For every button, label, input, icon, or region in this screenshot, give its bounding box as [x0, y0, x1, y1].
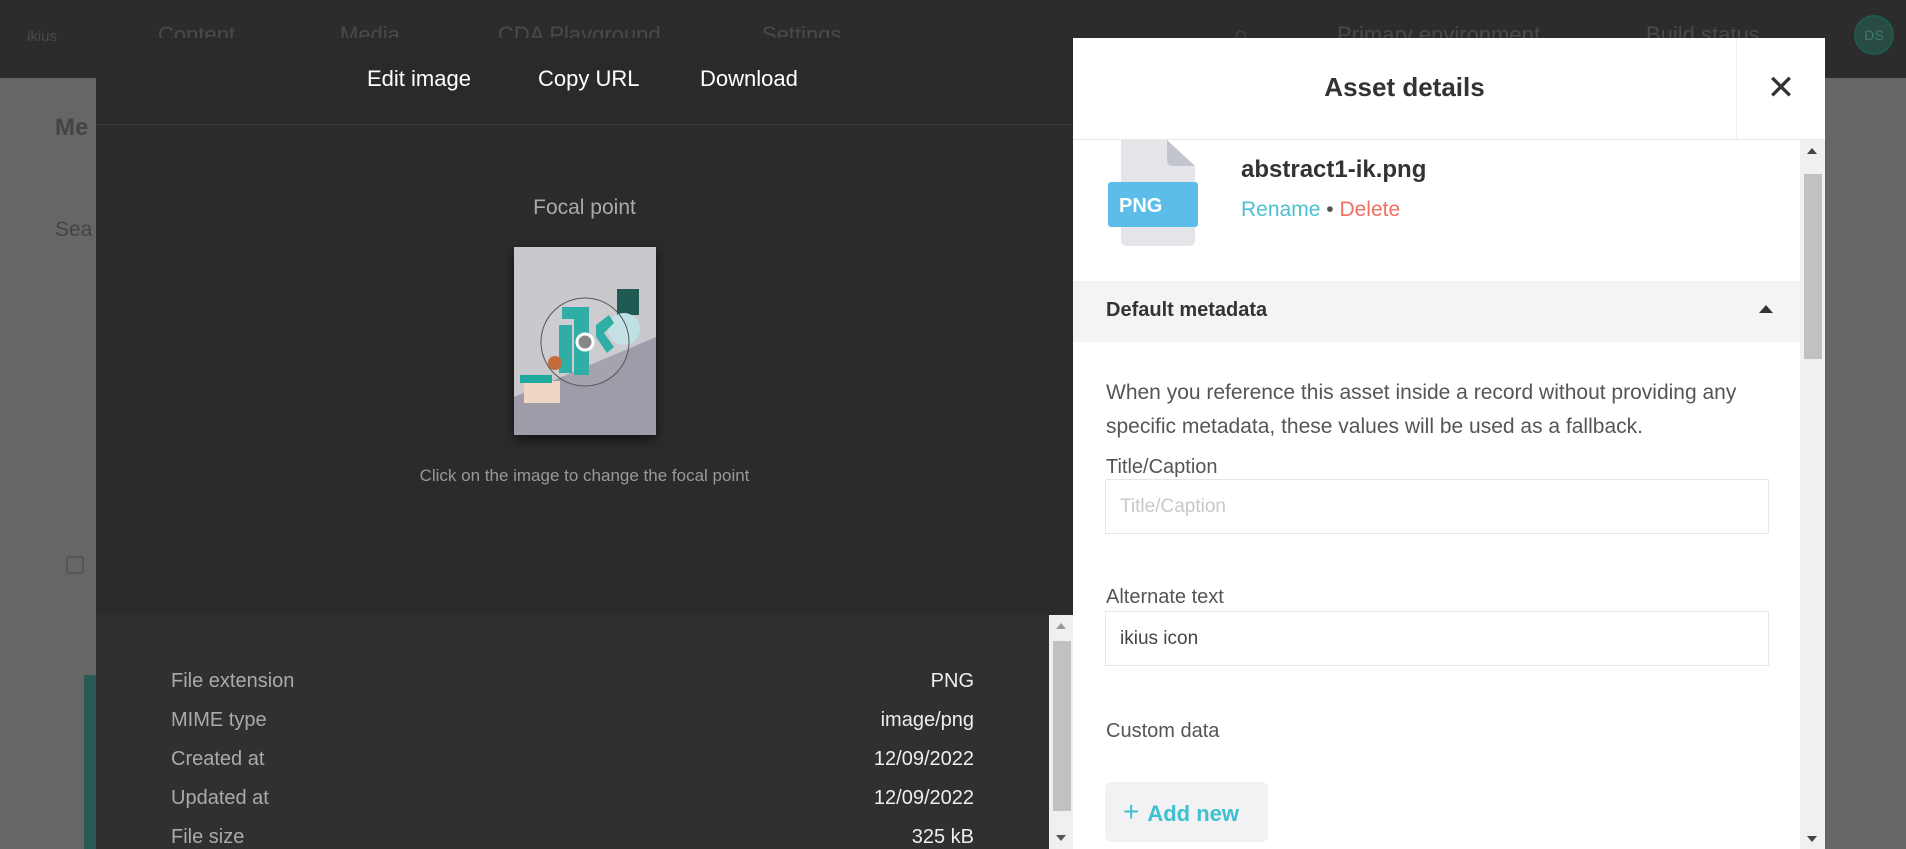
title-label: Title/Caption — [1106, 456, 1218, 478]
detail-row-created: Created at 12/09/2022 — [171, 748, 974, 771]
detail-value: 325 kB — [911, 826, 974, 848]
detail-label: MIME type — [171, 709, 267, 731]
detail-row-size: File size 325 kB — [171, 826, 974, 849]
background-search: Sea — [55, 218, 93, 241]
detail-label: File size — [171, 826, 245, 848]
delete-link[interactable]: Delete — [1339, 198, 1400, 221]
modal-toolbar: Edit image Copy URL Download — [96, 38, 1073, 125]
detail-value: 12/09/2022 — [873, 748, 974, 770]
image-modal: Edit image Copy URL Download Focal point… — [96, 38, 1073, 849]
detail-value: PNG — [930, 670, 974, 692]
background-heading: Me — [55, 114, 89, 141]
detail-row-mime: MIME type image/png — [171, 709, 974, 732]
scroll-up-icon[interactable] — [1807, 148, 1817, 154]
background-thumbnail — [84, 675, 96, 849]
default-metadata-section[interactable]: Default metadata — [1073, 281, 1800, 342]
panel-scrollbar[interactable] — [1800, 140, 1825, 849]
scroll-up-icon[interactable] — [1056, 623, 1066, 629]
avatar[interactable]: DS — [1854, 15, 1894, 55]
detail-label: File extension — [171, 670, 295, 692]
background-checkbox — [66, 556, 84, 574]
separator: • — [1326, 198, 1334, 221]
scroll-thumb[interactable] — [1804, 174, 1822, 359]
png-file-icon: PNG — [1108, 140, 1198, 246]
add-new-button[interactable]: + Add new — [1105, 782, 1268, 842]
detail-row-updated: Updated at 12/09/2022 — [171, 787, 974, 810]
close-button[interactable]: ✕ — [1736, 38, 1825, 140]
plus-icon: + — [1123, 796, 1140, 827]
logo: ikius — [27, 28, 58, 45]
download-button[interactable]: Download — [700, 66, 798, 92]
focal-point-marker — [575, 332, 595, 352]
close-icon: ✕ — [1766, 69, 1796, 107]
detail-label: Created at — [171, 748, 265, 770]
title-input[interactable] — [1105, 479, 1769, 534]
rename-link[interactable]: Rename — [1241, 198, 1320, 221]
edit-image-button[interactable]: Edit image — [367, 66, 471, 92]
panel-title: Asset details — [1324, 72, 1485, 102]
details-scrollbar[interactable] — [1049, 615, 1073, 849]
caret-up-icon[interactable] — [1759, 305, 1773, 313]
scroll-down-icon[interactable] — [1056, 835, 1066, 841]
copy-url-button[interactable]: Copy URL — [538, 66, 639, 92]
asset-details-panel: Asset details ✕ PNG abstract1-ik.png Ren… — [1073, 38, 1825, 849]
file-name: abstract1-ik.png — [1241, 156, 1427, 183]
detail-row-extension: File extension PNG — [171, 670, 974, 693]
detail-value: 12/09/2022 — [873, 787, 974, 809]
file-badge: PNG — [1119, 195, 1162, 217]
scroll-thumb[interactable] — [1053, 641, 1071, 811]
alt-text-label: Alternate text — [1106, 586, 1224, 608]
image-preview[interactable] — [514, 247, 656, 435]
file-details: File extension PNG MIME type image/png Cre… — [96, 615, 1049, 849]
file-actions: Rename • Delete — [1241, 198, 1400, 222]
add-new-label: Add new — [1147, 801, 1240, 826]
detail-label: Updated at — [171, 787, 269, 809]
scroll-down-icon[interactable] — [1807, 836, 1817, 842]
detail-value: image/png — [880, 709, 974, 731]
focal-point-hint: Click on the image to change the focal p… — [419, 466, 750, 485]
panel-header: Asset details ✕ — [1073, 38, 1825, 140]
section-title: Default metadata — [1106, 299, 1268, 321]
alt-text-input[interactable] — [1105, 611, 1769, 666]
custom-data-label: Custom data — [1106, 720, 1220, 742]
focal-point-label: Focal point — [533, 196, 636, 219]
metadata-description: When you reference this asset inside a r… — [1106, 381, 1737, 438]
